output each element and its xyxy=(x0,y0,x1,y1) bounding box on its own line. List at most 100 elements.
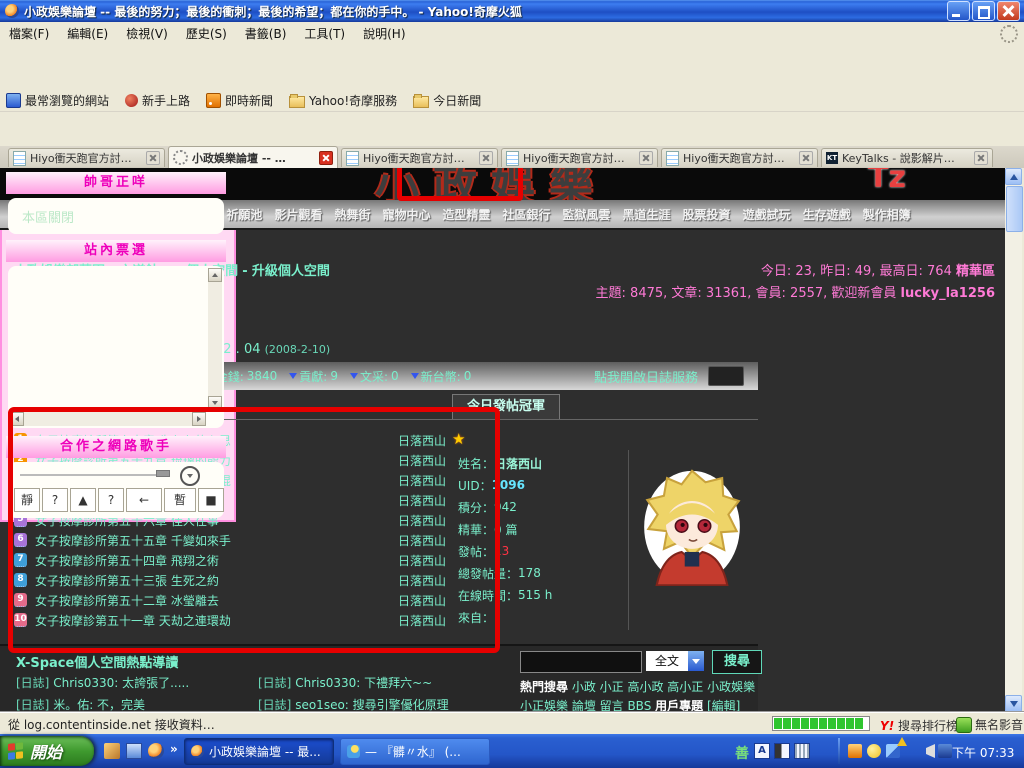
nav-item[interactable]: 監獄風雲 xyxy=(563,206,611,223)
nav-item[interactable]: 造型精靈 xyxy=(442,206,490,223)
topic-author[interactable]: 日落西山 xyxy=(390,552,446,569)
topic-link[interactable]: 女子按摩診第五十一章 天劫之連環劫 xyxy=(35,612,231,629)
restore-button[interactable] xyxy=(972,1,995,21)
scrollbar-thumb[interactable] xyxy=(1006,186,1023,232)
breadcrumb-upgrade[interactable]: 升級個人空間 xyxy=(252,264,330,279)
bookmark-latest-news[interactable]: 即時新聞 xyxy=(206,92,273,109)
scroll-down-icon[interactable] xyxy=(208,396,222,410)
topic-author[interactable]: 日落西山 xyxy=(390,452,446,469)
tab-close-icon[interactable] xyxy=(146,151,160,165)
hot-search-terms[interactable]: 小正娛樂 論壇 留言 BBS xyxy=(520,699,651,712)
player-stop-button[interactable]: ■ xyxy=(198,488,224,512)
forum-search-button[interactable]: 搜尋 xyxy=(712,650,762,674)
topic-author[interactable]: 日落西山 xyxy=(390,512,446,529)
tray-smiley-icon[interactable] xyxy=(867,744,881,758)
diary-link[interactable]: Chris0330: 太誇張了..... xyxy=(53,676,189,690)
menu-bookmarks[interactable]: 書籤(B) xyxy=(236,22,296,45)
diary-link[interactable]: seo1seo: 搜尋引擎優化原理 xyxy=(295,698,448,712)
ime-indicator[interactable]: 善 xyxy=(735,743,749,763)
close-button[interactable] xyxy=(997,1,1020,21)
nav-item[interactable]: 熱舞街 xyxy=(334,206,370,223)
tab-2-active[interactable]: 小政娛樂論壇 -- … xyxy=(168,146,338,168)
nav-item[interactable]: 社區銀行 xyxy=(503,206,551,223)
diary-service-link[interactable]: 點我開啟日誌服務 xyxy=(594,367,698,386)
poll-vertical-scrollbar[interactable] xyxy=(208,268,222,410)
search-scope-dropdown-icon[interactable] xyxy=(688,651,704,671)
quick-launch-mail-icon[interactable] xyxy=(126,743,142,759)
tab-close-icon[interactable] xyxy=(479,151,493,165)
taskbar-task-messenger[interactable]: — 『髒〃水』 (... xyxy=(340,738,490,765)
menu-edit[interactable]: 編輯(E) xyxy=(58,22,117,45)
diary-link[interactable]: 米。佑: 不，完美 xyxy=(53,698,145,712)
scroll-right-icon[interactable] xyxy=(192,412,206,426)
ime-language-icon[interactable]: A xyxy=(754,743,770,759)
menu-help[interactable]: 說明(H) xyxy=(354,22,414,45)
scroll-up-icon[interactable] xyxy=(1005,168,1022,185)
nav-item[interactable]: 遊戲試玩 xyxy=(743,206,791,223)
nav-item[interactable]: 股票投資 xyxy=(683,206,731,223)
tab-1[interactable]: Hiyo衝天跑官方討… xyxy=(8,148,165,167)
yahoo-rank-button[interactable]: Y! 搜尋排行榜 xyxy=(880,717,958,734)
menu-tools[interactable]: 工具(T) xyxy=(295,22,354,45)
player-slider-knob[interactable] xyxy=(156,470,170,477)
nav-item[interactable]: 黑道生涯 xyxy=(623,206,671,223)
scroll-down-icon[interactable] xyxy=(1005,695,1022,712)
topic-author[interactable]: 日落西山 xyxy=(390,472,446,489)
bookmark-today-news[interactable]: 今日新聞 xyxy=(413,92,481,109)
quick-launch-pen-icon[interactable] xyxy=(104,743,120,759)
tray-volume-icon[interactable] xyxy=(926,744,935,758)
diary-badge-icon[interactable] xyxy=(708,366,744,386)
new-member-link[interactable]: lucky_la1256 xyxy=(901,286,995,301)
hot-search-terms[interactable]: 小政 小正 高小政 高小正 小政娛樂 xyxy=(572,680,755,694)
bookmark-getting-started[interactable]: 新手上路 xyxy=(125,92,190,109)
search-scope-select[interactable]: 全文 xyxy=(646,651,688,671)
topic-author[interactable]: 日落西山 xyxy=(390,572,446,589)
edit-link[interactable]: [編輯] xyxy=(707,699,740,712)
nav-item[interactable]: 製作相簿 xyxy=(863,206,911,223)
tab-top-poster[interactable]: 今日發帖冠軍 xyxy=(452,394,560,419)
nav-item[interactable]: 生存遊戲 xyxy=(803,206,851,223)
ime-keyboard-icon[interactable] xyxy=(794,743,810,759)
tray-mail-icon[interactable] xyxy=(848,744,862,758)
tab-4[interactable]: Hiyo衝天跑官方討… xyxy=(501,148,658,167)
menu-file[interactable]: 檔案(F) xyxy=(0,22,58,45)
scroll-up-icon[interactable] xyxy=(208,268,222,282)
diary-link[interactable]: Chris0330: 下禮拜六~~ xyxy=(295,676,432,690)
topic-link[interactable]: 女子按摩診所第五十二章 冰瑩離去 xyxy=(35,592,219,609)
menu-view[interactable]: 檢視(V) xyxy=(117,22,177,45)
tray-display-icon[interactable] xyxy=(938,744,952,758)
bookmark-most-visited[interactable]: 最常瀏覽的網站 xyxy=(6,92,109,109)
tab-close-icon[interactable] xyxy=(974,151,988,165)
minimize-button[interactable] xyxy=(947,1,970,21)
tab-6[interactable]: KT KeyTalks - 說影解片… xyxy=(821,148,993,167)
ime-panel-icon[interactable] xyxy=(774,743,790,759)
player-mute-button[interactable]: 靜 xyxy=(14,488,40,512)
tab-3[interactable]: Hiyo衝天跑官方討… xyxy=(341,148,498,167)
topic-author[interactable]: 日落西山 xyxy=(390,532,446,549)
forum-search-input[interactable] xyxy=(520,651,642,673)
topic-link[interactable]: 女子按摩診所第五十四章 飛翔之術 xyxy=(35,552,219,569)
bookmark-yahoo-services[interactable]: Yahoo!奇摩服務 xyxy=(289,92,397,109)
essence-link[interactable]: 精華區 xyxy=(956,264,995,279)
topic-author[interactable]: 日落西山 xyxy=(390,612,446,629)
taskbar-task-forum[interactable]: 小政娛樂論壇 -- 最... xyxy=(184,738,334,765)
quick-launch-overflow-icon[interactable]: » xyxy=(170,742,178,756)
topic-link[interactable]: 女子按摩診所第五十五章 千變如來手 xyxy=(35,532,231,549)
topic-link[interactable]: 女子按摩診所第五十三張 生死之約 xyxy=(35,572,219,589)
player-back-button[interactable]: ← xyxy=(126,488,162,512)
player-seek-slider[interactable] xyxy=(20,474,170,476)
player-volume-button[interactable]: ▲ xyxy=(70,488,96,512)
scroll-left-icon[interactable] xyxy=(10,412,24,426)
player-button[interactable]: ? xyxy=(98,488,124,512)
nav-item[interactable]: 祈願池 xyxy=(226,206,262,223)
topic-author[interactable]: 日落西山 xyxy=(390,492,446,509)
page-scrollbar[interactable] xyxy=(1005,168,1022,712)
quick-launch-firefox-icon[interactable] xyxy=(148,743,164,759)
user-topics-link[interactable]: 用戶專題 xyxy=(655,699,703,712)
tab-close-icon[interactable] xyxy=(639,151,653,165)
start-button[interactable]: 開始 xyxy=(0,736,94,766)
nav-item[interactable]: 影片觀看 xyxy=(274,206,322,223)
topic-author[interactable]: 日落西山 xyxy=(390,432,446,449)
tab-close-icon[interactable] xyxy=(799,151,813,165)
tab-5[interactable]: Hiyo衝天跑官方討… xyxy=(661,148,818,167)
